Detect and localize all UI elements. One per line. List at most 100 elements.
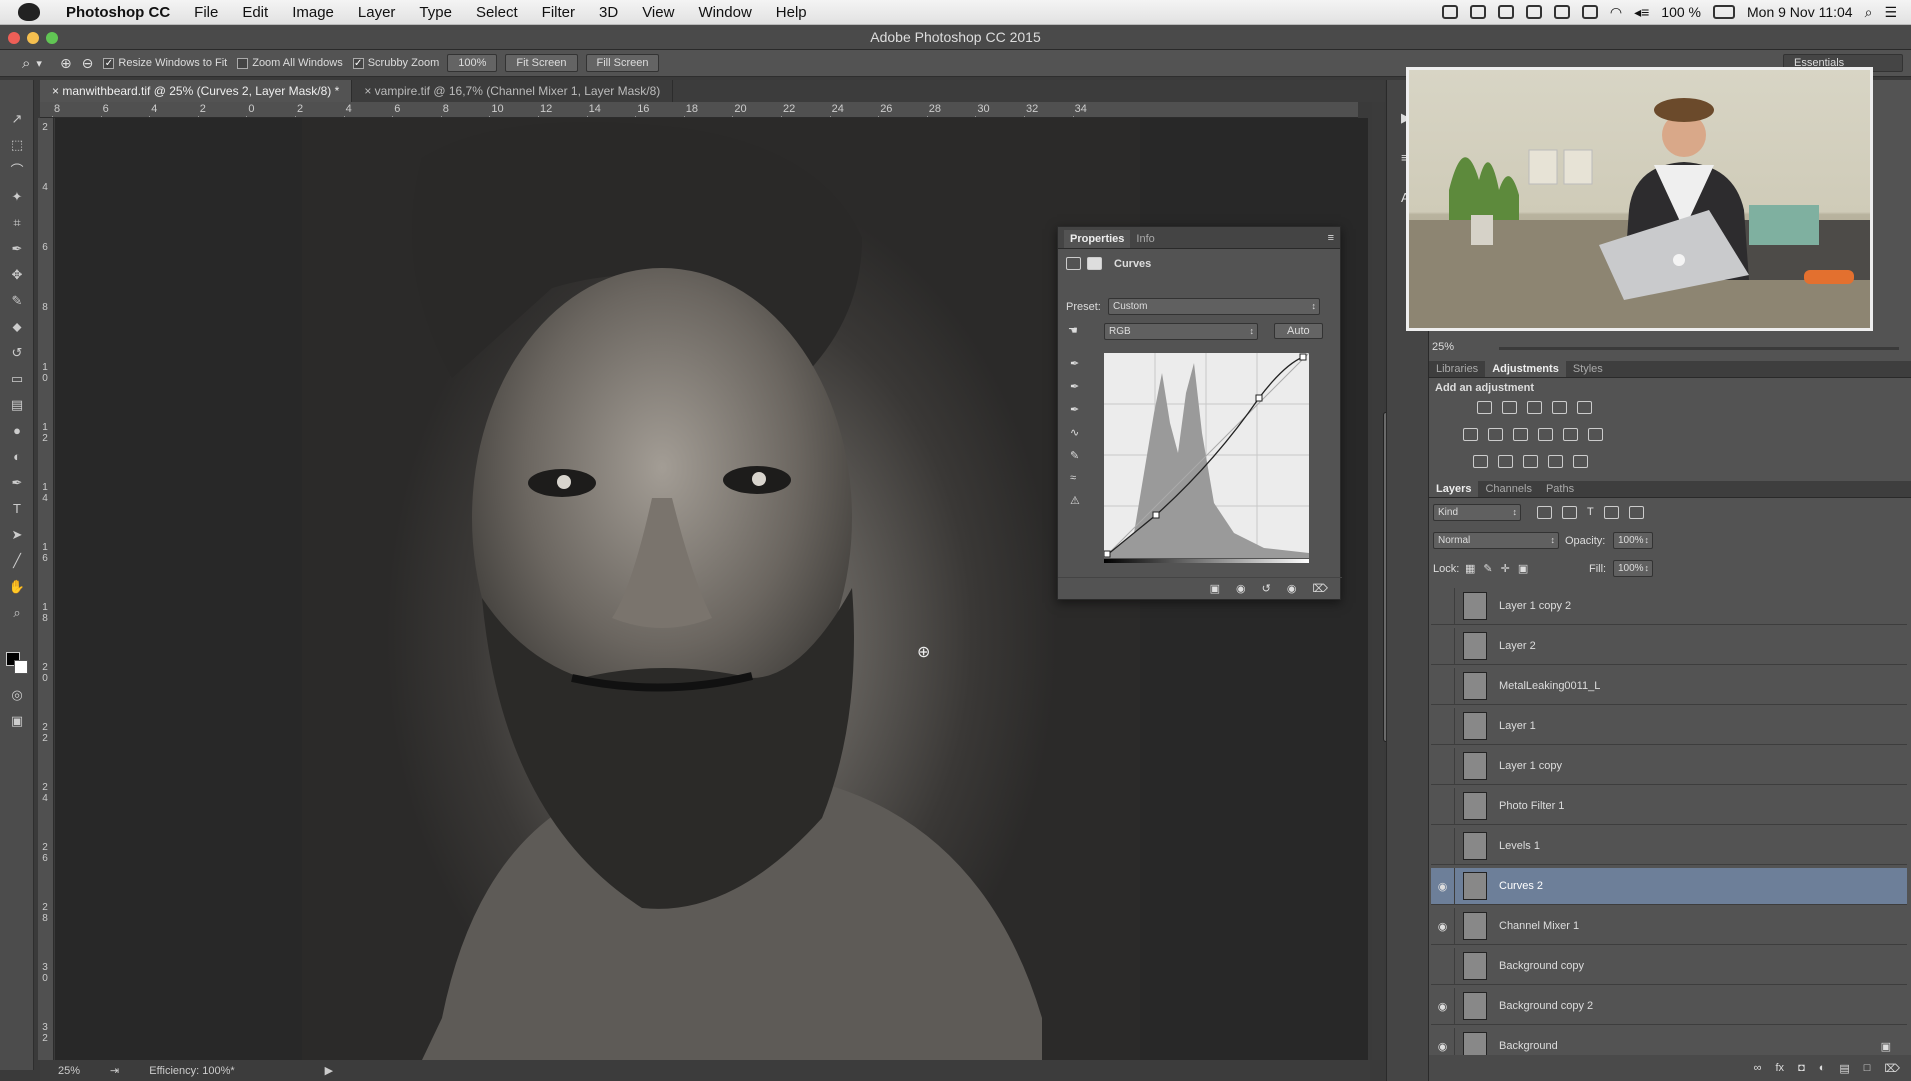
layer-name[interactable]: Curves 2	[1499, 880, 1543, 892]
resize-windows-checkbox[interactable]: ✓	[103, 57, 115, 69]
marquee-tool-icon[interactable]: ⬚	[8, 136, 26, 154]
blur-tool-icon[interactable]: ●	[8, 422, 26, 440]
minimize-window-icon[interactable]	[27, 32, 39, 44]
tab-channels[interactable]: Channels	[1478, 481, 1538, 497]
tab-libraries[interactable]: Libraries	[1429, 361, 1485, 377]
airplay-icon[interactable]	[1553, 5, 1570, 19]
invert-icon[interactable]	[1473, 455, 1488, 468]
eraser-tool-icon[interactable]: ▭	[8, 370, 26, 388]
history-brush-tool-icon[interactable]: ↺	[8, 344, 26, 362]
layer-thumbnail[interactable]	[1463, 912, 1487, 940]
layer-name[interactable]: Layer 1	[1499, 720, 1536, 732]
exposure-icon[interactable]	[1552, 401, 1567, 414]
scrubby-zoom-checkbox[interactable]: ✓	[352, 57, 364, 69]
tab-vampire[interactable]: × vampire.tif @ 16,7% (Channel Mixer 1, …	[352, 80, 674, 102]
close-tab-icon[interactable]: ×	[52, 84, 62, 98]
layer-thumbnail[interactable]	[1463, 712, 1487, 740]
tab-paths[interactable]: Paths	[1539, 481, 1581, 497]
layer-row[interactable]: ◉ Channel Mixer 1	[1431, 907, 1907, 945]
close-window-icon[interactable]	[8, 32, 20, 44]
layer-thumbnail[interactable]	[1463, 832, 1487, 860]
menu-view[interactable]: View	[630, 4, 686, 21]
visibility-toggle-icon[interactable]: ◉	[1287, 582, 1297, 595]
layer-style-icon[interactable]: fx	[1776, 1062, 1785, 1074]
layer-row[interactable]: Layer 1 copy 2	[1431, 587, 1907, 625]
layer-thumbnail[interactable]	[1463, 632, 1487, 660]
zoom-window-icon[interactable]	[46, 32, 58, 44]
menu-help[interactable]: Help	[764, 4, 819, 21]
add-mask-icon[interactable]: ◘	[1798, 1062, 1805, 1074]
visibility-off-icon[interactable]	[1431, 827, 1455, 865]
hue-saturation-icon[interactable]	[1463, 428, 1478, 441]
layer-thumbnail[interactable]	[1463, 792, 1487, 820]
canvas-vertical-scrollbar[interactable]	[1372, 102, 1389, 1060]
smooth-curve-icon[interactable]: ≈	[1070, 472, 1080, 484]
volume-icon[interactable]: ◂≡	[1634, 4, 1649, 21]
link-layers-icon[interactable]: ∞	[1754, 1062, 1762, 1074]
tab-info[interactable]: Info	[1130, 230, 1160, 248]
pen-tool-icon[interactable]: ✒	[8, 474, 26, 492]
opacity-input[interactable]: 100%	[1613, 532, 1653, 549]
menu-type[interactable]: Type	[407, 4, 464, 21]
menu-app-name[interactable]: Photoshop CC	[54, 4, 182, 21]
zoom-tool-icon[interactable]: ⌕	[22, 55, 30, 72]
layer-name[interactable]: Background	[1499, 1040, 1558, 1052]
view-previous-icon[interactable]: ◉	[1236, 582, 1246, 595]
layer-row[interactable]: ◉ Background copy 2	[1431, 987, 1907, 1025]
layer-row[interactable]: Layer 1 copy	[1431, 747, 1907, 785]
threshold-icon[interactable]	[1523, 455, 1538, 468]
move-tool-icon[interactable]: ↗	[8, 110, 26, 128]
eyedropper-tool-icon[interactable]: ✒	[8, 240, 26, 258]
hand-tool-icon[interactable]: ✋	[8, 578, 26, 596]
black-white-icon[interactable]	[1513, 428, 1528, 441]
layer-name[interactable]: Layer 1 copy 2	[1499, 600, 1571, 612]
clone-stamp-tool-icon[interactable]: ⬥	[8, 318, 26, 336]
visibility-off-icon[interactable]	[1431, 707, 1455, 745]
status-zoom[interactable]: 25%	[58, 1065, 80, 1077]
layer-name[interactable]: Channel Mixer 1	[1499, 920, 1579, 932]
zoom-in-icon[interactable]: ⊕	[60, 55, 72, 72]
visibility-off-icon[interactable]	[1431, 587, 1455, 625]
layer-name[interactable]: Background copy	[1499, 960, 1584, 972]
layer-mask-icon[interactable]	[1087, 257, 1102, 270]
status-menu-arrow-icon[interactable]: ▶	[325, 1064, 333, 1077]
preset-select[interactable]: Custom	[1108, 298, 1320, 315]
visibility-off-icon[interactable]	[1431, 627, 1455, 665]
posterize-icon[interactable]	[1498, 455, 1513, 468]
layer-row[interactable]: Levels 1	[1431, 827, 1907, 865]
layer-row[interactable]: Layer 2	[1431, 627, 1907, 665]
delete-adjustment-icon[interactable]: ⌦	[1312, 582, 1328, 595]
tab-styles[interactable]: Styles	[1566, 361, 1610, 377]
gradient-map-icon[interactable]	[1573, 455, 1588, 468]
layer-name[interactable]: Layer 2	[1499, 640, 1536, 652]
menu-edit[interactable]: Edit	[230, 4, 280, 21]
clip-to-layer-icon[interactable]: ▣	[1210, 582, 1220, 595]
layer-row[interactable]: Photo Filter 1	[1431, 787, 1907, 825]
line-tool-icon[interactable]: ╱	[8, 552, 26, 570]
time-machine-icon[interactable]	[1581, 5, 1598, 19]
panel-menu-icon[interactable]: ≡	[1328, 232, 1334, 244]
notification-icon[interactable]	[1441, 5, 1458, 19]
tool-preset-chevron-icon[interactable]: ▾	[36, 57, 42, 70]
filter-shape-icon[interactable]	[1603, 506, 1619, 519]
menu-file[interactable]: File	[182, 4, 230, 21]
background-lock-icon[interactable]: ▣	[1881, 1040, 1891, 1053]
menu-3d[interactable]: 3D	[587, 4, 630, 21]
menubar-clock[interactable]: Mon 9 Nov 11:04	[1747, 4, 1853, 20]
selective-color-icon[interactable]	[1548, 455, 1563, 468]
filter-pixel-icon[interactable]	[1537, 506, 1552, 519]
target-adjust-icon[interactable]: ☚	[1068, 324, 1078, 337]
layer-row[interactable]: Layer 1	[1431, 707, 1907, 745]
layer-thumbnail[interactable]	[1463, 672, 1487, 700]
curves-graph[interactable]	[1103, 352, 1310, 559]
gradient-tool-icon[interactable]: ▤	[8, 396, 26, 414]
brightness-contrast-icon[interactable]	[1477, 401, 1492, 414]
visibility-eye-icon[interactable]: ◉	[1431, 867, 1455, 905]
spotlight-icon[interactable]: ⌕	[1865, 4, 1873, 21]
status-export-icon[interactable]: ⇥	[110, 1064, 119, 1077]
new-layer-icon[interactable]: □	[1864, 1062, 1871, 1074]
visibility-off-icon[interactable]	[1431, 747, 1455, 785]
white-point-eyedropper-icon[interactable]: ✒	[1070, 403, 1080, 416]
color-balance-icon[interactable]	[1488, 428, 1503, 441]
color-lookup-icon[interactable]	[1588, 428, 1603, 441]
